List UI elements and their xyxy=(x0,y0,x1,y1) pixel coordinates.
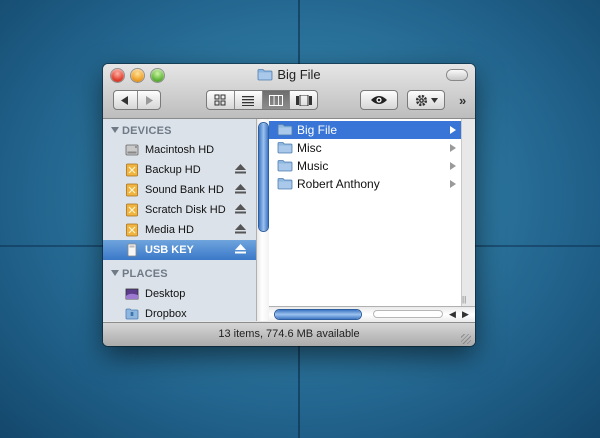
dropbox-icon xyxy=(125,308,139,320)
disclosure-triangle-icon xyxy=(111,270,119,276)
disclosure-arrow-icon xyxy=(450,162,456,170)
finder-window: Big File » DEVICES Macintosh HD Backup H… xyxy=(103,64,475,346)
desktop-icon xyxy=(125,288,139,300)
folder-icon xyxy=(257,68,273,84)
toolbar-overflow-button[interactable]: » xyxy=(459,93,466,108)
sidebar-item-usb-key[interactable]: USB KEY xyxy=(103,240,256,260)
list-item[interactable]: Misc xyxy=(269,139,461,157)
titlebar[interactable]: Big File » xyxy=(103,64,475,119)
disclosure-arrow-icon xyxy=(450,180,456,188)
folder-icon xyxy=(277,142,293,154)
chevron-down-icon xyxy=(430,97,438,103)
list-view-icon xyxy=(242,95,255,106)
list-item[interactable]: Music xyxy=(269,157,461,175)
sidebar-item-sound-bank-hd[interactable]: Sound Bank HD xyxy=(103,180,256,200)
list-view-button[interactable] xyxy=(233,91,262,109)
folder-icon xyxy=(277,160,293,172)
toolbar-toggle-button[interactable] xyxy=(447,70,467,80)
sidebar-item-media-hd[interactable]: Media HD xyxy=(103,220,256,240)
right-arrow-icon xyxy=(145,95,153,105)
internal-drive-icon xyxy=(125,144,139,156)
window-title-text: Big File xyxy=(277,67,321,82)
horizontal-scrollbar-track[interactable] xyxy=(373,310,443,318)
list-item[interactable]: Robert Anthony xyxy=(269,175,461,193)
action-menu-button[interactable] xyxy=(407,90,445,110)
resize-grip-icon[interactable] xyxy=(461,334,471,344)
list-item[interactable]: Big File xyxy=(269,121,461,139)
folder-icon xyxy=(277,178,293,190)
disclosure-arrow-icon xyxy=(450,126,456,134)
column-view-button[interactable] xyxy=(261,91,290,109)
eject-icon[interactable] xyxy=(235,244,246,254)
status-bar: 13 items, 774.6 MB available xyxy=(103,322,475,346)
quick-look-button[interactable] xyxy=(360,90,398,110)
sidebar-header-devices[interactable]: DEVICES xyxy=(111,125,172,137)
sidebar: DEVICES Macintosh HD Backup HD Sound Ban… xyxy=(103,119,257,321)
sidebar-item-macintosh-hd[interactable]: Macintosh HD xyxy=(103,140,256,160)
disclosure-arrow-icon xyxy=(450,144,456,152)
folder-icon xyxy=(277,124,293,136)
sidebar-item-label: Sound Bank HD xyxy=(145,184,224,196)
sidebar-item-label: Dropbox xyxy=(145,308,187,320)
cover-flow-icon xyxy=(295,94,312,106)
column-view-icon xyxy=(268,94,283,106)
horizontal-scrollbar[interactable]: ◀ ▶ xyxy=(269,306,475,322)
sidebar-item-desktop[interactable]: Desktop xyxy=(103,284,256,304)
view-switcher xyxy=(206,90,318,110)
sidebar-item-dropbox[interactable]: Dropbox xyxy=(103,304,256,321)
cover-flow-button[interactable] xyxy=(289,91,317,109)
external-drive-icon xyxy=(126,183,138,197)
usb-drive-icon xyxy=(127,243,137,257)
scroll-right-icon[interactable]: ▶ xyxy=(462,309,469,320)
browser-column: Big File Misc Music Robert Anthony xyxy=(269,119,462,306)
column-resize-handle[interactable]: || xyxy=(462,295,466,304)
eject-icon[interactable] xyxy=(235,164,246,174)
eye-icon xyxy=(371,96,387,104)
sidebar-item-backup-hd[interactable]: Backup HD xyxy=(103,160,256,180)
gear-icon xyxy=(415,94,427,106)
status-text: 13 items, 774.6 MB available xyxy=(218,328,360,340)
icon-view-button[interactable] xyxy=(207,91,234,109)
sidebar-item-scratch-disk-hd[interactable]: Scratch Disk HD xyxy=(103,200,256,220)
left-arrow-icon xyxy=(121,95,129,105)
sidebar-item-label: Media HD xyxy=(145,224,194,236)
horizontal-scrollbar-thumb[interactable] xyxy=(275,310,361,319)
back-button[interactable] xyxy=(114,91,137,109)
external-drive-icon xyxy=(126,163,138,177)
sidebar-item-label: Macintosh HD xyxy=(145,144,215,156)
eject-icon[interactable] xyxy=(235,184,246,194)
sidebar-scrollbar[interactable] xyxy=(256,119,270,321)
sidebar-item-label: Backup HD xyxy=(145,164,201,176)
sidebar-item-label: Desktop xyxy=(145,288,186,300)
disclosure-triangle-icon xyxy=(111,127,119,133)
sidebar-item-label: Scratch Disk HD xyxy=(145,204,226,216)
nav-buttons xyxy=(113,90,161,110)
forward-button[interactable] xyxy=(136,91,161,109)
window-title: Big File xyxy=(103,67,475,84)
sidebar-header-places[interactable]: PLACES xyxy=(111,268,168,280)
external-drive-icon xyxy=(126,203,138,217)
icon-view-icon xyxy=(214,94,226,106)
eject-icon[interactable] xyxy=(235,204,246,214)
external-drive-icon xyxy=(126,223,138,237)
eject-icon[interactable] xyxy=(235,224,246,234)
scroll-left-icon[interactable]: ◀ xyxy=(449,309,456,320)
sidebar-item-label: USB KEY xyxy=(145,244,194,256)
sidebar-scrollbar-thumb[interactable] xyxy=(259,123,268,231)
